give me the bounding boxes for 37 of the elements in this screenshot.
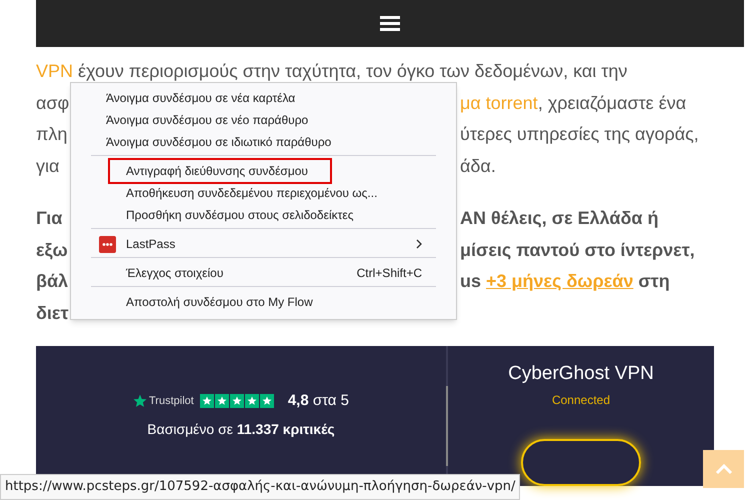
body-text: έχουν περιορισμούς στην ταχύτητα, τον όγκο των δεδομένων, και την <box>77 61 628 81</box>
status-bar: https://www.pcsteps.gr/107592-ασφαλής-και-ανώνυμη-πλοήγηση-δωρεάν-vpn/ <box>0 474 520 500</box>
menu-item[interactable]: Άνοιγμα συνδέσμου σε νέα καρτέλα <box>71 87 456 109</box>
body-text: ύτερες υπηρεσίες της αγοράς, <box>460 124 699 144</box>
body-text: us <box>460 271 482 291</box>
menu-icon[interactable] <box>380 16 400 31</box>
chevron-up-icon <box>714 464 732 474</box>
rating-text: 4,8 στα 5 <box>288 391 349 411</box>
body-text: , χρειαζόμαστε ένα <box>538 92 686 112</box>
body-text: άδα. <box>460 156 496 176</box>
scrollbar-thumb[interactable] <box>446 386 448 466</box>
menu-item[interactable]: Έλεγχος στοιχείου Ctrl+Shift+C <box>91 262 436 284</box>
body-text: AN θέλεις, σε Ελλάδα ή <box>460 208 658 228</box>
menu-item[interactable]: Προσθήκη συνδέσμου στους σελιδοδείκτες <box>91 204 436 226</box>
trustpilot-label: Trustpilot <box>148 394 194 409</box>
menu-item[interactable]: Αντιγραφή διεύθυνσης συνδέσμου <box>110 160 330 182</box>
body-text: βάλ <box>36 271 68 291</box>
body-text: ασφ <box>36 92 70 112</box>
body-text: μίσεις παντού στο ίντερνετ, <box>460 240 695 260</box>
scroll-top-button[interactable] <box>703 450 744 488</box>
menu-item[interactable]: Αποστολή συνδέσμου στο My Flow <box>91 291 436 313</box>
menu-item[interactable]: LastPass <box>91 233 436 255</box>
reviews-text: Βασισμένο σε 11.337 κριτικές <box>147 420 335 439</box>
body-text: για <box>36 156 60 176</box>
app-title: CyberGhost VPN <box>508 362 654 386</box>
body-text: εξω <box>36 240 68 260</box>
body-text: διετ <box>36 302 68 322</box>
body-text: στη <box>637 271 670 291</box>
shortcut-text: Ctrl+Shift+C <box>356 265 422 282</box>
dots-icon <box>99 236 116 252</box>
menu-item[interactable]: Άνοιγμα συνδέσμου σε ιδιωτικό παράθυρο <box>71 131 456 153</box>
body-text: πλη <box>36 124 68 144</box>
star-icon <box>132 394 147 408</box>
connection-status: Connected <box>552 392 610 408</box>
menu-item[interactable]: Αποθήκευση συνδεδεμένου περιεχομένου ως... <box>91 182 436 204</box>
body-text: Για <box>36 208 62 228</box>
menu-item[interactable]: Άνοιγμα συνδέσμου σε νέο παράθυρο <box>71 109 456 131</box>
